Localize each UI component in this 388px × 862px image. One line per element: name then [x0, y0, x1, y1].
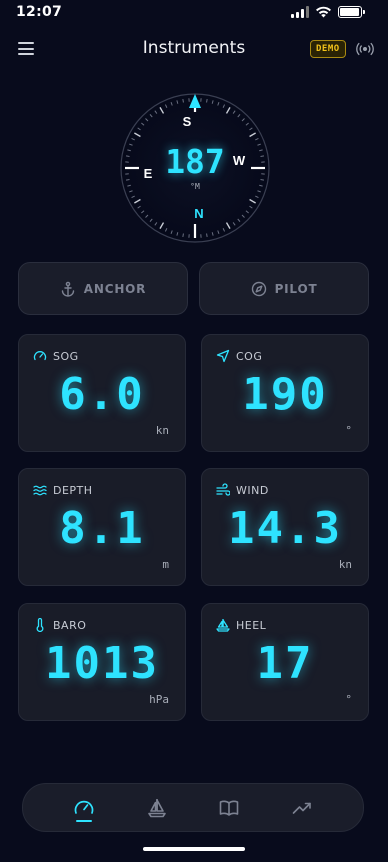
anchor-button-label: ANCHOR — [83, 281, 147, 296]
heel-unit: ° — [345, 693, 352, 706]
depth-unit: m — [162, 558, 169, 571]
nav-item-logbook[interactable] — [209, 788, 249, 828]
status-time: 12:07 — [16, 4, 63, 20]
radio-broadcast-icon[interactable] — [356, 40, 374, 58]
cog-label: COG — [236, 349, 263, 363]
compass-tick — [182, 233, 184, 238]
compass-south-label: S — [183, 114, 192, 129]
waves-icon — [33, 485, 47, 496]
instrument-card-cog[interactable]: COG 190 ° — [201, 334, 369, 452]
speedometer-icon — [33, 351, 47, 361]
instrument-card-wind[interactable]: WIND 14.3 kn — [201, 468, 369, 586]
card-label: WIND — [216, 483, 269, 497]
depth-value: 8.1 — [59, 503, 145, 554]
cog-value: 190 — [242, 369, 328, 420]
wind-value: 14.3 — [228, 503, 342, 554]
home-indicator — [143, 847, 245, 851]
sailboat-icon — [147, 798, 166, 817]
sailboat-icon — [216, 619, 230, 632]
book-icon — [219, 800, 239, 816]
card-label: BARO — [33, 618, 86, 632]
cog-unit: ° — [345, 424, 352, 437]
card-label: COG — [216, 349, 262, 363]
sog-unit: kn — [155, 424, 169, 437]
card-label: DEPTH — [33, 483, 93, 497]
compass-north-label: N — [194, 206, 203, 221]
pilot-button-label: PILOT — [274, 281, 318, 296]
nav-active-indicator — [76, 819, 93, 822]
anchor-icon — [61, 281, 74, 297]
sog-value: 6.0 — [59, 369, 145, 420]
status-icons — [291, 6, 365, 18]
baro-value: 1013 — [45, 638, 159, 689]
compass-heading-unit: °M — [190, 182, 200, 191]
wind-label: WIND — [236, 483, 269, 497]
battery-icon — [338, 6, 365, 18]
gauge-icon — [74, 800, 94, 814]
instrument-card-baro[interactable]: BARO 1013 hPa — [18, 603, 186, 721]
instrument-card-sog[interactable]: SOG 6.0 kn — [18, 334, 186, 452]
instrument-card-depth[interactable]: DEPTH 8.1 m — [18, 468, 186, 586]
wind-icon — [216, 483, 230, 496]
nav-item-trends[interactable] — [282, 788, 322, 828]
compass-tick — [182, 98, 184, 103]
sog-label: SOG — [53, 349, 79, 363]
heel-value: 17 — [256, 638, 314, 689]
header: Instruments DEMO — [0, 34, 388, 64]
anchor-button[interactable]: ANCHOR — [18, 262, 188, 315]
compass-heading-value: 187 — [165, 142, 225, 181]
nav-item-boat[interactable] — [137, 788, 177, 828]
baro-label: BARO — [53, 618, 87, 632]
heel-label: HEEL — [236, 618, 267, 632]
battery-fill — [340, 8, 359, 16]
signal-icon — [291, 6, 309, 18]
thermometer-icon — [36, 618, 44, 632]
compass-icon — [251, 281, 266, 296]
compass-tick — [206, 98, 208, 103]
pilot-button[interactable]: PILOT — [199, 262, 369, 315]
depth-label: DEPTH — [53, 483, 93, 497]
demo-badge: DEMO — [310, 40, 346, 58]
compass-dial: S N E W 187 °M — [119, 92, 271, 244]
wifi-icon — [316, 6, 331, 18]
navigation-arrow-icon — [216, 349, 230, 363]
trending-up-icon — [292, 802, 311, 814]
wind-unit: kn — [338, 558, 352, 571]
compass-tick — [206, 233, 208, 238]
nav-item-instruments[interactable] — [64, 788, 104, 828]
instrument-card-heel[interactable]: HEEL 17 ° — [201, 603, 369, 721]
card-label: SOG — [33, 349, 79, 363]
status-bar: 12:07 — [0, 0, 388, 24]
bottom-nav — [22, 783, 364, 832]
baro-unit: hPa — [149, 693, 169, 706]
card-label: HEEL — [216, 618, 266, 632]
